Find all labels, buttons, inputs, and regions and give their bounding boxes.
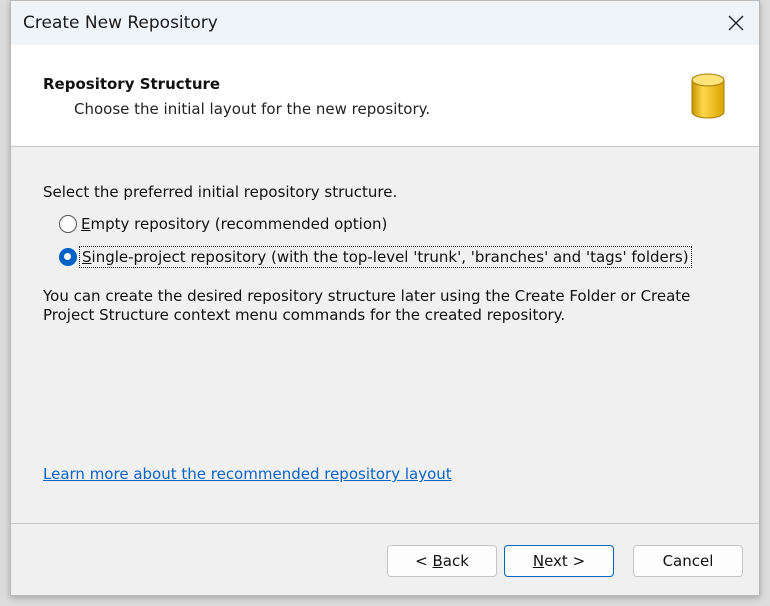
- close-button[interactable]: [713, 1, 759, 45]
- wizard-content: Select the preferred initial repository …: [11, 147, 759, 523]
- footer-divider: [11, 523, 759, 524]
- structure-prompt: Select the preferred initial repository …: [43, 183, 398, 201]
- title-bar: Create New Repository: [11, 1, 759, 45]
- empty-repository-option[interactable]: Empty repository (recommended option): [59, 215, 387, 233]
- back-button[interactable]: < Back: [387, 545, 497, 577]
- next-button[interactable]: Next >: [504, 545, 614, 577]
- close-icon: [728, 15, 744, 31]
- dialog-window: Create New Repository Repository Structu…: [10, 0, 760, 596]
- radio-empty-repository[interactable]: [59, 215, 77, 233]
- single-project-repository-option[interactable]: Single-project repository (with the top-…: [59, 246, 692, 268]
- wizard-header: Repository Structure Choose the initial …: [11, 45, 759, 147]
- page-subtitle: Choose the initial layout for the new re…: [74, 100, 431, 118]
- info-text: You can create the desired repository st…: [43, 287, 691, 324]
- radio-single-project-repository[interactable]: [59, 248, 77, 266]
- page-title: Repository Structure: [43, 75, 221, 93]
- window-title: Create New Repository: [23, 13, 218, 33]
- learn-more-link[interactable]: Learn more about the recommended reposit…: [43, 465, 452, 483]
- database-cylinder-icon: [691, 73, 725, 119]
- empty-repository-label: Empty repository (recommended option): [81, 215, 388, 233]
- single-project-repository-label: Single-project repository (with the top-…: [79, 246, 692, 268]
- cancel-button[interactable]: Cancel: [633, 545, 743, 577]
